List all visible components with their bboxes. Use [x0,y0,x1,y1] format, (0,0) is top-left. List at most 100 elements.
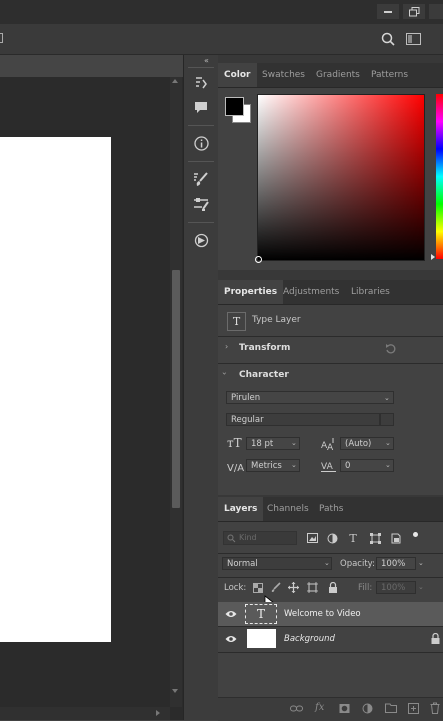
leading-icon: AA [320,436,336,452]
tab-channels[interactable]: Channels [261,497,315,521]
comments-icon[interactable] [190,98,212,118]
new-layer-icon[interactable] [408,703,419,714]
navigator-icon[interactable] [190,230,212,250]
cropped-icon[interactable] [0,33,3,43]
title-bar [0,0,443,24]
chevron-down-icon[interactable]: › [220,372,229,375]
kerning-icon: V/A [226,458,244,474]
chevron-down-icon[interactable]: ⌄ [385,461,391,469]
add-mask-icon[interactable] [339,703,350,714]
tab-swatches[interactable]: Swatches [256,63,311,87]
properties-panel-tabs: Properties Adjustments Libraries [218,280,443,305]
chevron-down-icon[interactable]: ⌄ [418,583,424,591]
scroll-right-icon[interactable] [156,710,160,716]
filter-shape-icon[interactable] [368,531,382,545]
horizontal-scrollbar[interactable] [0,707,170,720]
filter-type-icon[interactable]: T [346,531,360,545]
layer-effects-icon[interactable]: fx [315,702,324,713]
lock-transparent-icon[interactable] [251,581,264,594]
chevron-down-icon[interactable]: ⌄ [385,439,391,447]
search-placeholder: Kind [239,533,257,542]
lock-icon [431,633,440,644]
vertical-scroll-thumb[interactable] [172,270,180,508]
minimize-icon[interactable] [377,4,399,19]
tab-patterns[interactable]: Patterns [365,63,414,87]
chevron-down-icon[interactable]: ⌄ [291,439,297,447]
blend-mode-select[interactable]: Normal [222,557,332,570]
delete-layer-icon[interactable] [430,702,440,714]
layer-row-welcome[interactable]: T Welcome to Video [218,602,443,626]
options-bar [0,24,443,55]
opacity-label: Opacity: [340,559,375,569]
color-picker-marker[interactable] [255,256,262,263]
chevron-right-icon[interactable]: › [225,342,228,351]
layer-type-label: Type Layer [252,315,301,325]
font-family-select[interactable]: Pirulen [226,391,394,404]
lock-pixels-icon[interactable] [269,581,282,594]
font-style-dropdown-button[interactable] [380,413,394,426]
color-field[interactable] [255,94,425,263]
collapse-panels-icon[interactable]: « [204,56,209,65]
lock-all-icon[interactable] [326,581,339,594]
new-group-icon[interactable] [385,703,397,713]
workspace-icon[interactable] [404,31,422,47]
opacity-input[interactable]: 100% [376,557,416,570]
scroll-down-icon[interactable] [172,689,178,693]
lock-artboard-icon[interactable] [306,581,319,594]
chevron-down-icon[interactable]: ⌄ [324,559,330,567]
lock-label: Lock: [224,583,247,593]
svg-text:A: A [327,443,334,451]
strip-divider [188,67,214,68]
layer-name[interactable]: Welcome to Video [284,609,361,619]
tab-color[interactable]: Color [218,63,257,87]
svg-text:V/A: V/A [227,463,244,473]
fill-label: Fill: [358,583,373,593]
tab-properties[interactable]: Properties [218,280,284,304]
strip-divider [188,125,214,126]
font-style-select[interactable]: Regular [226,413,380,426]
transform-section-label[interactable]: Transform [239,343,290,353]
tab-adjustments[interactable]: Adjustments [277,280,345,304]
lock-position-icon[interactable] [287,581,300,594]
link-layers-icon[interactable] [290,704,303,713]
divider [218,652,443,653]
divider [218,553,443,554]
adjust-presets-icon[interactable] [190,194,212,214]
info-icon[interactable] [190,133,212,153]
reset-transform-icon[interactable] [383,341,397,355]
layer-name[interactable]: Background [284,634,335,644]
hue-slider[interactable] [436,94,443,259]
color-panel [218,88,443,270]
chevron-down-icon[interactable]: ⌄ [384,394,390,402]
eye-icon[interactable] [225,635,237,643]
close-icon[interactable] [429,4,443,19]
character-section-label[interactable]: Character [239,370,289,380]
strip-divider [188,222,214,223]
tab-libraries[interactable]: Libraries [345,280,396,304]
hue-slider-handle[interactable] [431,254,435,260]
eye-icon[interactable] [225,610,237,618]
filter-adjustment-icon[interactable] [325,531,339,545]
filter-toggle-icon[interactable] [413,532,418,537]
filter-pixel-icon[interactable] [305,531,319,545]
tab-paths[interactable]: Paths [313,497,349,521]
layer-row-background[interactable]: Background [218,627,443,651]
fill-input[interactable]: 100% [376,581,416,594]
chevron-down-icon[interactable]: ⌄ [291,461,297,469]
document-tab-bar [0,55,183,77]
color-panel-tabs: Color Swatches Gradients Patterns [218,63,443,88]
scroll-up-icon[interactable] [172,79,178,83]
chevron-down-icon[interactable]: ⌄ [418,559,424,567]
tab-gradients[interactable]: Gradients [310,63,366,87]
properties-panel: T Type Layer › Transform › Character Pir… [218,305,443,495]
foreground-color-swatch[interactable] [225,97,244,116]
search-icon[interactable] [379,30,397,48]
restore-icon[interactable] [403,4,425,19]
layer-filter-kind[interactable]: Kind [223,531,297,545]
canvas[interactable] [0,137,111,642]
history-icon[interactable] [190,74,212,94]
brush-settings-icon[interactable] [190,169,212,189]
filter-smart-object-icon[interactable] [389,531,403,545]
tab-layers[interactable]: Layers [218,497,264,521]
adjustment-layer-icon[interactable] [362,703,373,714]
